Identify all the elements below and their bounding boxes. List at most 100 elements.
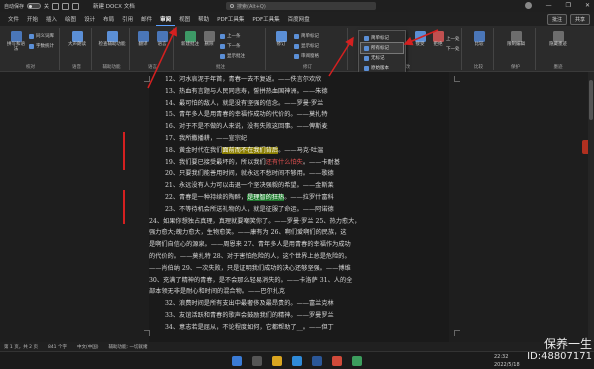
document-page[interactable]: 12、河水哀泥于年首，青春一去不复返。——佚言尔欢欣 13、热血有言题与人民同悲寿… bbox=[149, 72, 449, 342]
save-icon[interactable] bbox=[52, 2, 60, 10]
show-markup-label: 显示标记 bbox=[301, 44, 319, 49]
undo-icon[interactable] bbox=[62, 2, 70, 10]
option-label: 简单标记 bbox=[371, 36, 389, 41]
file-explorer-icon[interactable] bbox=[272, 356, 282, 366]
watermark-id: ID:48807171 bbox=[527, 351, 592, 362]
thesaurus-button[interactable]: 同义词库 bbox=[29, 33, 54, 39]
tab-0[interactable]: 文件 bbox=[4, 13, 23, 25]
document-line: ——肖伯纳 29、一次失败，只是证明我们成功的决心还够坚强。——博维 bbox=[149, 264, 351, 272]
search-box[interactable]: 搜索(Alt+Q) bbox=[226, 2, 376, 10]
document-line: 19、我们要已接受最坏的，所以我们还有什么怕失。——卡耐基 bbox=[165, 158, 340, 166]
book-icon bbox=[29, 33, 34, 39]
show-comments-label: 显示批注 bbox=[227, 54, 245, 59]
language-status[interactable]: 中文(中国) bbox=[77, 344, 99, 350]
reject-button[interactable]: 拒绝 bbox=[430, 31, 446, 48]
tab-7[interactable]: 邮件 bbox=[137, 13, 156, 25]
taskbar: 22:32 2022/5/18 bbox=[0, 351, 594, 369]
document-line: 17、我所撒播耕，——宣宗纪 bbox=[165, 135, 248, 142]
search-placeholder: 搜索(Alt+Q) bbox=[237, 3, 266, 10]
tab-12[interactable]: PDF工具集 bbox=[248, 13, 283, 25]
search-taskbar-icon[interactable] bbox=[252, 356, 262, 366]
delete-comment-button[interactable]: 删除 bbox=[202, 31, 216, 48]
scrollbar-thumb[interactable] bbox=[589, 80, 593, 120]
tab-4[interactable]: 设计 bbox=[80, 13, 99, 25]
app-icon[interactable] bbox=[332, 356, 342, 366]
dropdown-option-simple[interactable]: 简单标记 bbox=[361, 33, 403, 43]
start-icon[interactable] bbox=[232, 356, 242, 366]
tab-13[interactable]: 百度网盘 bbox=[284, 13, 314, 25]
group-label: 保护 bbox=[511, 65, 520, 70]
compare-icon bbox=[473, 31, 485, 42]
translate-button[interactable]: 翻译 bbox=[134, 31, 152, 48]
tab-5[interactable]: 布局 bbox=[99, 13, 118, 25]
tab-2[interactable]: 插入 bbox=[42, 13, 61, 25]
group-compare: 比较 比较 bbox=[464, 28, 494, 70]
tab-1[interactable]: 开始 bbox=[23, 13, 42, 25]
tab-6[interactable]: 引用 bbox=[118, 13, 137, 25]
group-accessibility: 检查辅助功能 辅助功能 bbox=[94, 28, 130, 70]
group-label: 批注 bbox=[216, 65, 225, 70]
clock-date[interactable]: 2022/5/18 bbox=[494, 362, 520, 368]
dropdown-option-none[interactable]: 无标记 bbox=[361, 53, 403, 63]
check-accessibility-button[interactable]: 检查辅助功能 bbox=[98, 31, 126, 48]
ink-icon bbox=[552, 31, 564, 42]
hide-ink-button[interactable]: 隐藏墨迹 bbox=[544, 31, 572, 48]
tab-8[interactable]: 审阅 bbox=[156, 13, 176, 26]
option-label: 所有标记 bbox=[371, 46, 389, 51]
reviewing-pane-button[interactable]: 审阅窗格 bbox=[294, 53, 319, 59]
word-count-button[interactable]: 字数统计 bbox=[29, 43, 54, 49]
edge-icon[interactable] bbox=[292, 356, 302, 366]
clock-time[interactable]: 22:32 bbox=[494, 354, 508, 360]
previous-change-button[interactable]: 上一处 bbox=[446, 36, 460, 42]
group-label: 修订 bbox=[303, 65, 312, 70]
minimize-icon[interactable]: — bbox=[546, 2, 552, 9]
ribbon-tabs: 文件 开始 插入 绘图 设计 布局 引用 邮件 审阅 视图 帮助 PDF工具集 PDF工具集 百度网盘 bbox=[0, 12, 594, 26]
accessibility-status[interactable]: 辅助功能: 一切就绪 bbox=[109, 344, 148, 350]
autosave-toggle[interactable] bbox=[27, 3, 42, 9]
previous-comment-button[interactable]: 上一条 bbox=[220, 33, 241, 39]
document-line: 18、黄金时代在我们面前而不在我们背后。——马克·吐温 bbox=[165, 146, 324, 154]
read-aloud-button[interactable]: 大声朗读 bbox=[66, 31, 88, 48]
spelling-button[interactable]: 拼写和语法 bbox=[5, 31, 27, 53]
language-icon bbox=[156, 31, 168, 42]
restore-icon[interactable]: ❐ bbox=[566, 2, 571, 9]
next-comment-button[interactable]: 下一条 bbox=[220, 43, 241, 49]
side-tab[interactable] bbox=[582, 140, 588, 154]
comments-button[interactable]: 批注 bbox=[546, 14, 567, 25]
next-change-button[interactable]: 下一处 bbox=[446, 46, 460, 52]
compare-button[interactable]: 比较 bbox=[470, 31, 488, 48]
accept-button[interactable]: 接受 bbox=[412, 31, 428, 48]
markup-select[interactable]: 简单标记 bbox=[294, 33, 319, 39]
tab-3[interactable]: 绘图 bbox=[61, 13, 80, 25]
tab-11[interactable]: PDF工具集 bbox=[213, 13, 248, 25]
word-count-label: 字数统计 bbox=[36, 44, 54, 49]
restrict-editing-button[interactable]: 限制编辑 bbox=[502, 31, 530, 48]
user-avatar[interactable] bbox=[524, 2, 532, 9]
close-icon[interactable]: ✕ bbox=[585, 2, 590, 9]
vertical-scrollbar[interactable] bbox=[588, 72, 594, 342]
page-count[interactable]: 第 1 页，共 2 页 bbox=[4, 344, 38, 350]
track-changes-button[interactable]: 修订 bbox=[272, 31, 290, 48]
document-line: 20、只要我们能善用时间，就永远不愁时间不够用。——歌德 bbox=[165, 170, 334, 178]
app-icon[interactable] bbox=[352, 356, 362, 366]
markup-label: 简单标记 bbox=[301, 34, 319, 39]
new-comment-button[interactable]: 新建批注 bbox=[180, 31, 200, 48]
document-line: 强力愈大;魄力愈大，生物愈笑。——康有为 26、啊们爱啊们的民族，这 bbox=[149, 229, 347, 237]
language-button[interactable]: 语言 bbox=[153, 31, 171, 48]
arrow-up-icon bbox=[220, 33, 225, 39]
option-label: 原始版本 bbox=[371, 66, 389, 71]
word-icon[interactable] bbox=[312, 356, 322, 366]
redo-icon[interactable] bbox=[72, 2, 80, 10]
share-button[interactable]: 共享 bbox=[569, 14, 590, 25]
spelling-label: 拼写和语法 bbox=[7, 42, 25, 52]
document-line: 15、青年多人是用青春的幸福作成功的代价的。——莫扎特 bbox=[165, 111, 328, 119]
group-label: 校对 bbox=[26, 65, 35, 70]
show-markup-button[interactable]: 显示标记 bbox=[294, 43, 319, 49]
compare-label: 比较 bbox=[474, 42, 484, 47]
word-count[interactable]: 841 个字 bbox=[48, 344, 67, 350]
show-comments-button[interactable]: 显示批注 bbox=[220, 53, 245, 59]
tab-9[interactable]: 视图 bbox=[175, 13, 194, 25]
tab-10[interactable]: 帮助 bbox=[194, 13, 213, 25]
comment-show-icon bbox=[220, 53, 225, 59]
dropdown-option-all[interactable]: 所有标记 bbox=[360, 42, 404, 54]
